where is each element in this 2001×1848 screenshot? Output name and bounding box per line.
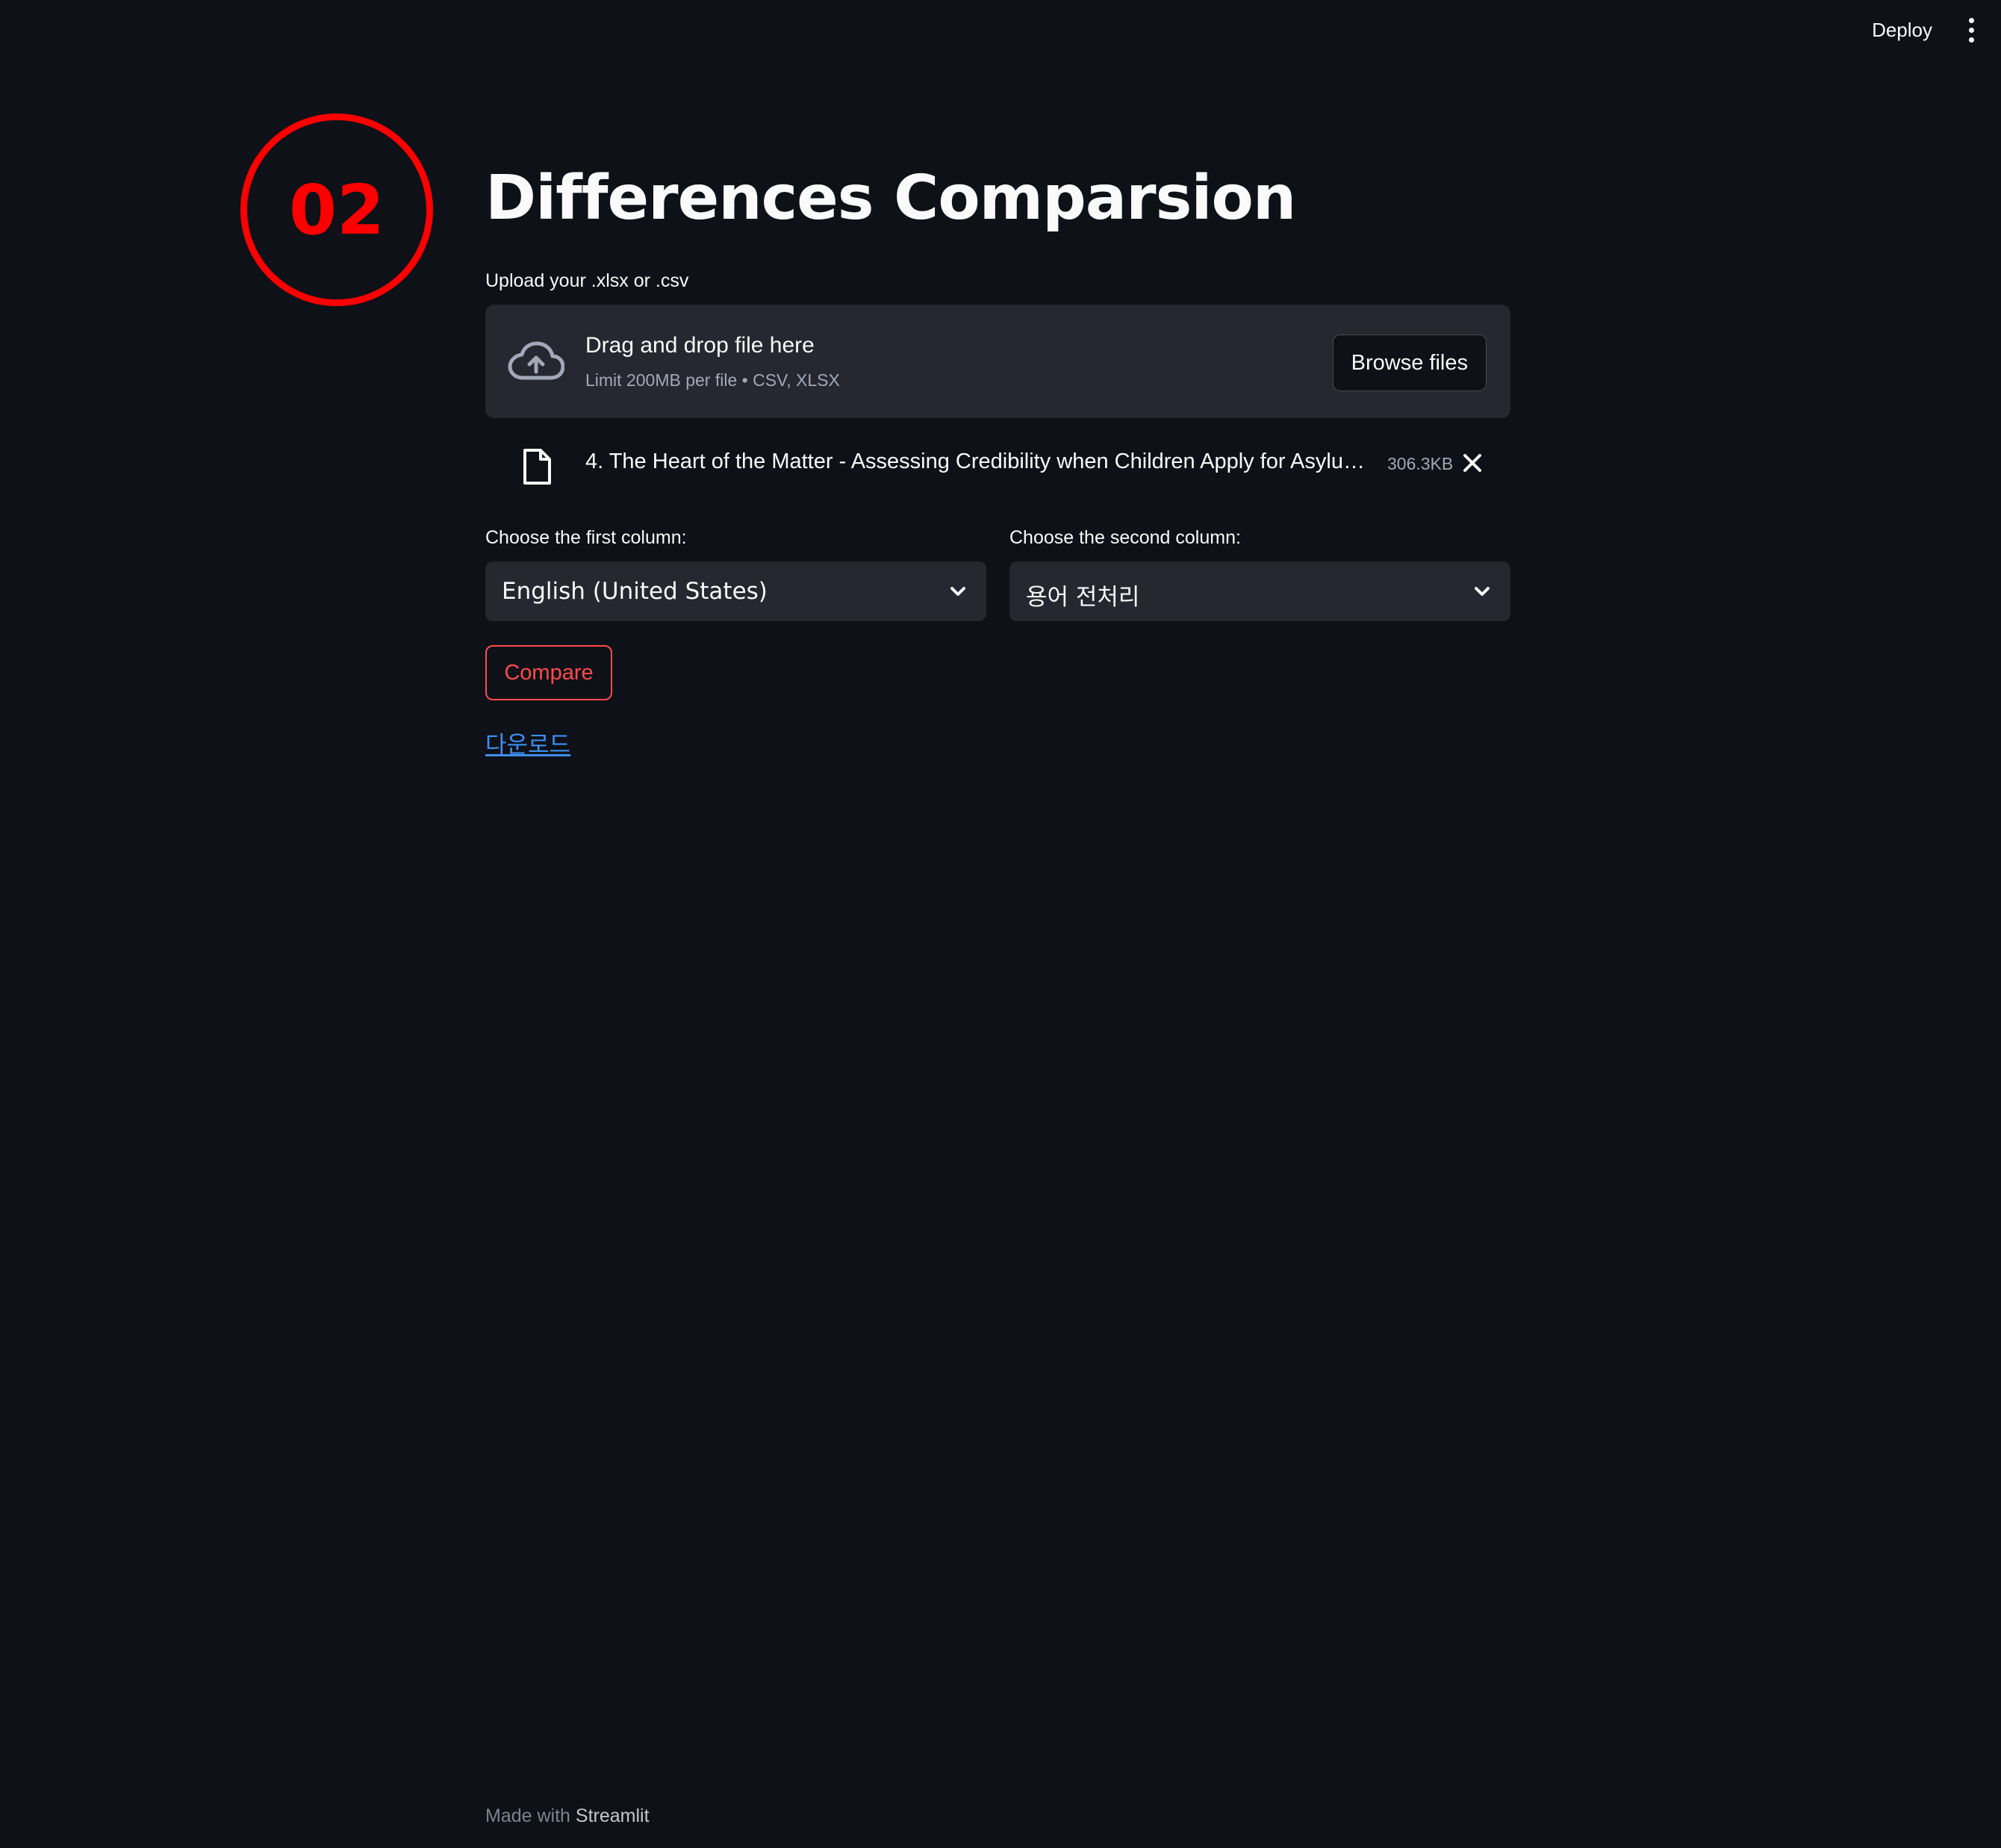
first-column-value: English (United States) [502,578,768,605]
uploader-label: Upload your .xlsx or .csv [485,270,689,291]
uploaded-file-row: 4. The Heart of the Matter - Assessing C… [485,439,1510,488]
chevron-down-icon [1475,587,1490,596]
top-header: Deploy [0,0,2001,60]
compare-button[interactable]: Compare [485,645,612,700]
menu-dot [1968,27,1974,33]
cloud-upload-icon [508,341,564,380]
menu-dot [1968,37,1974,43]
second-column-label: Choose the second column: [1009,527,1241,548]
first-column-select[interactable]: English (United States) [485,561,986,621]
file-icon [523,449,551,485]
footer-brand-link[interactable]: Streamlit [576,1805,650,1826]
first-column-label: Choose the first column: [485,527,687,548]
step-number-badge: 02 [240,113,433,306]
menu-dot [1968,17,1974,23]
footer-prefix: Made with [485,1805,570,1826]
uploaded-file-name: 4. The Heart of the Matter - Assessing C… [585,449,1365,473]
page-title: Differences Comparsion [485,163,1296,234]
footer: Made with Streamlit [485,1805,650,1827]
file-dropzone[interactable]: Drag and drop file here Limit 200MB per … [485,305,1510,418]
deploy-button[interactable]: Deploy [1872,15,1932,45]
chevron-down-icon [950,587,965,596]
uploaded-file-size: 306.3KB [1387,454,1454,473]
download-link[interactable]: 다운로드 [485,726,570,759]
dropzone-title: Drag and drop file here [585,333,815,358]
second-column-value: 용어 전처리 [1026,584,1140,611]
browse-files-button[interactable]: Browse files [1332,335,1487,391]
vertical-dots-icon[interactable] [1959,15,1983,45]
dropzone-subtitle: Limit 200MB per file • CSV, XLSX [585,370,840,390]
second-column-select[interactable]: 용어 전처리 [1009,561,1510,621]
close-icon[interactable] [1460,451,1484,475]
